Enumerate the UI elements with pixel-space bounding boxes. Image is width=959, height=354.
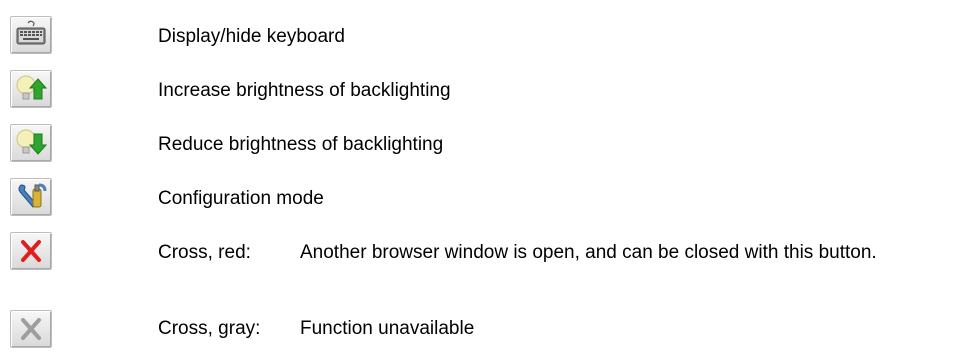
brightness-down-icon (16, 129, 48, 155)
keyboard-button[interactable] (10, 16, 52, 54)
brightness-up-button[interactable] (10, 70, 52, 108)
icon-legend-page: { "legend": { "items": [ { "icon": "keyb… (0, 0, 959, 354)
keyboard-label: Display/hide keyboard (158, 26, 345, 47)
close-red-term: Cross, red: (158, 242, 251, 263)
close-gray-description: Function unavailable (300, 318, 475, 339)
brightness-down-label: Reduce brightness of backlighting (158, 134, 444, 155)
close-red-description: Another browser window is open, and can … (300, 242, 877, 263)
brightness-up-label: Increase brightness of backlighting (158, 80, 451, 101)
brightness-up-icon (16, 75, 48, 100)
configuration-icon (18, 183, 47, 208)
close-window-button[interactable] (10, 232, 52, 270)
configuration-button[interactable] (10, 178, 52, 216)
close-red-icon (21, 240, 41, 262)
close-gray-icon (21, 318, 41, 340)
brightness-down-button[interactable] (10, 124, 52, 162)
close-disabled-button (10, 310, 52, 348)
configuration-label: Configuration mode (158, 188, 324, 209)
close-gray-term: Cross, gray: (158, 318, 261, 339)
keyboard-icon (16, 20, 46, 45)
